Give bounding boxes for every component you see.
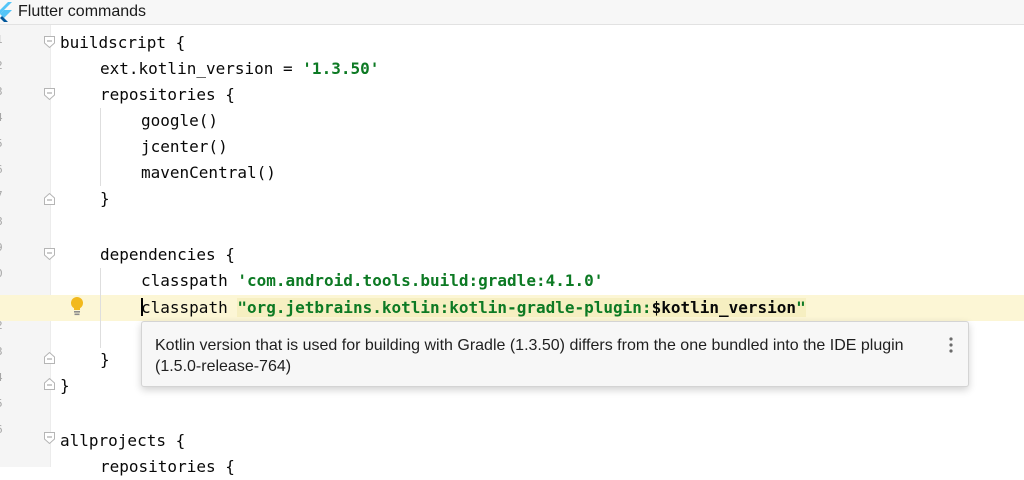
code-text: google()	[141, 111, 219, 130]
line-number: 8	[0, 215, 8, 229]
fold-marker-icon[interactable]	[44, 193, 55, 205]
code-text: c	[141, 298, 151, 317]
indent-guide	[100, 108, 101, 186]
fold-marker-icon[interactable]	[44, 36, 55, 48]
line-number: 4	[0, 371, 8, 385]
code-text: ext.kotlin_version =	[100, 59, 303, 78]
code-line-13[interactable]: }	[100, 347, 110, 373]
line-number: 7	[0, 189, 8, 203]
indent-guide	[100, 268, 101, 348]
tool-window-header: Flutter commands	[0, 0, 1024, 25]
code-text: }	[60, 376, 70, 395]
code-text: classpath	[141, 271, 238, 290]
string-text: "	[796, 298, 806, 317]
fold-marker-icon[interactable]	[44, 378, 55, 390]
code-text: lasspath	[150, 298, 238, 317]
code-line-17[interactable]: repositories {	[100, 454, 235, 480]
string-template-variable: $kotlin_version	[651, 298, 797, 317]
fold-marker-icon[interactable]	[44, 432, 55, 444]
lightbulb-icon[interactable]	[70, 296, 84, 316]
code-line-7[interactable]: }	[100, 186, 110, 212]
line-number: 5	[0, 137, 8, 151]
fold-marker-icon[interactable]	[44, 248, 55, 260]
line-number: 3	[0, 345, 8, 359]
string-literal: "org.jetbrains.kotlin:kotlin-gradle-plug…	[237, 298, 806, 317]
line-number: 4	[0, 111, 8, 125]
code-line-5[interactable]: jcenter()	[141, 134, 228, 160]
code-line-4[interactable]: google()	[141, 108, 218, 134]
code-text: allprojects {	[60, 431, 186, 450]
code-text: jcenter()	[141, 137, 228, 156]
line-number: 2	[0, 319, 8, 333]
code-text: }	[100, 189, 110, 208]
line-number: 3	[0, 85, 8, 99]
line-number: 6	[0, 423, 8, 437]
line-number: 6	[0, 163, 8, 177]
line-number: 0	[0, 267, 8, 281]
line-number: 5	[0, 397, 8, 411]
line-number: 2	[0, 59, 8, 73]
code-line-10[interactable]: classpath 'com.android.tools.build:gradl…	[141, 268, 603, 294]
code-text: }	[100, 350, 110, 369]
line-number: 1	[0, 33, 8, 47]
code-line-1[interactable]: buildscript {	[60, 30, 185, 56]
code-line-2[interactable]: ext.kotlin_version = '1.3.50'	[100, 56, 379, 82]
code-text: buildscript {	[60, 33, 186, 52]
string-text: "org.jetbrains.kotlin:kotlin-gradle-plug…	[237, 298, 652, 317]
string-literal: 'com.android.tools.build:gradle:4.1.0'	[237, 271, 604, 290]
code-text: mavenCentral()	[141, 163, 276, 182]
fold-marker-icon[interactable]	[44, 352, 55, 364]
code-line-14[interactable]: }	[60, 373, 70, 399]
code-line-6[interactable]: mavenCentral()	[141, 160, 276, 186]
code-text: dependencies {	[100, 245, 235, 264]
line-number: 9	[0, 241, 8, 255]
flutter-logo-icon	[0, 2, 12, 22]
code-line-9[interactable]: dependencies {	[100, 242, 235, 268]
tooltip-message: Kotlin version that is used for building…	[155, 337, 904, 375]
string-literal: '1.3.50'	[302, 59, 380, 78]
code-line-11[interactable]: classpath "org.jetbrains.kotlin:kotlin-g…	[141, 295, 806, 321]
inspection-tooltip: Kotlin version that is used for building…	[141, 321, 969, 387]
code-line-16[interactable]: allprojects {	[60, 428, 185, 454]
window-title: Flutter commands	[18, 3, 147, 20]
more-vertical-icon[interactable]	[949, 337, 953, 355]
fold-marker-icon[interactable]	[44, 88, 55, 100]
code-text: repositories {	[100, 85, 235, 104]
code-line-3[interactable]: repositories {	[100, 82, 235, 108]
